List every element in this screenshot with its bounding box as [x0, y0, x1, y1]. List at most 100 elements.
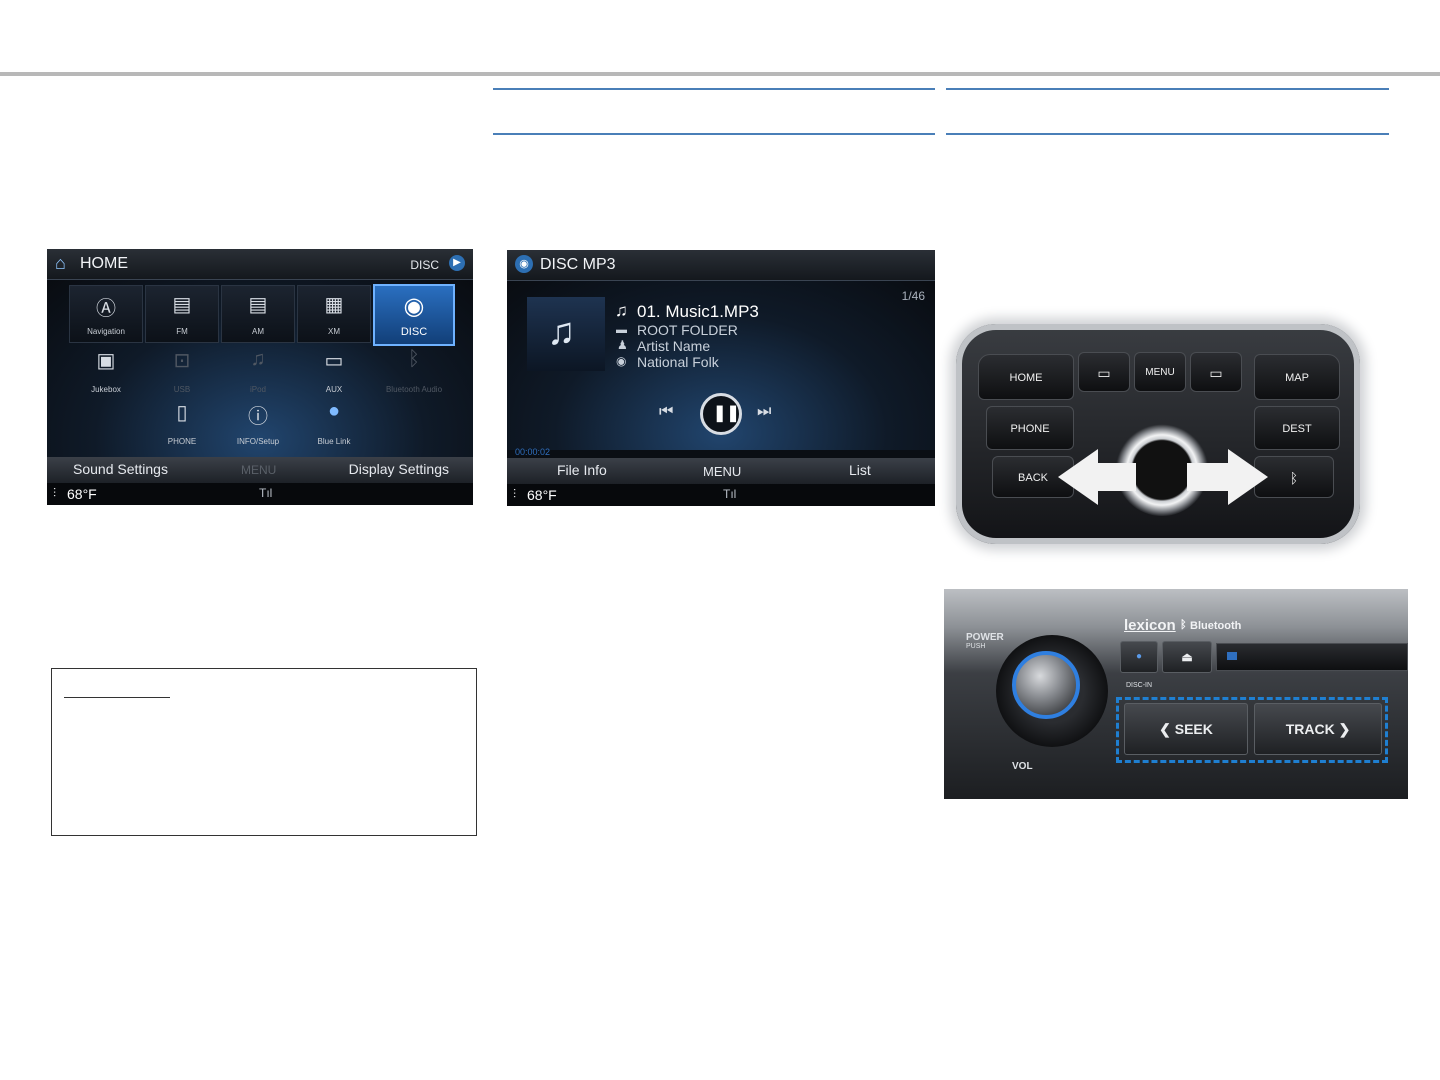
home-body: Ⓐ Navigation ▤ FM ▤ AM ▦ XM ◉ DISC ▣ Juk…	[47, 280, 473, 457]
menu-item-label: Blue Link	[317, 437, 351, 446]
disc-icon: ◉	[515, 255, 533, 273]
home-button[interactable]: HOME	[978, 354, 1074, 400]
jukebox-icon: ▣	[96, 350, 116, 372]
radio-icon: ▤	[172, 294, 192, 316]
blue-link-icon: ᛒ	[1289, 470, 1299, 486]
disc-header: ◉ DISC MP3	[507, 250, 935, 281]
home-status-bar: ⫶ 68°F Tıl	[47, 483, 473, 505]
artist-icon: ♟	[617, 338, 628, 352]
menu-item-jukebox[interactable]: ▣ Jukebox	[69, 346, 143, 398]
source-play-icon[interactable]: ▶	[449, 255, 465, 271]
temperature: 68°F	[67, 486, 97, 502]
menu-item-label: Navigation	[87, 327, 125, 336]
menu-item-label: INFO/Setup	[236, 437, 280, 446]
menu-item-fm[interactable]: ▤ FM	[145, 285, 219, 343]
menu-item-ipod[interactable]: ♫ iPod	[221, 346, 295, 398]
sound-settings-button[interactable]: Sound Settings	[73, 461, 168, 477]
disc-mp3-screen: ◉ DISC MP3 1/46 ♫ ♫ 01. Music1.MP3 ▬ ROO…	[507, 250, 935, 506]
seek-button[interactable]: ❮ SEEK	[1124, 703, 1248, 755]
screen-icon: ▭	[1209, 365, 1223, 381]
menu-item-label: XM	[328, 327, 340, 336]
track-count: 1/46	[901, 289, 925, 303]
phone-button[interactable]: PHONE	[986, 406, 1074, 450]
ipod-icon: ♫	[250, 348, 266, 370]
power-label: POWER	[966, 632, 1004, 643]
home-title: HOME	[80, 255, 128, 272]
elapsed-time: 00:00:02	[515, 447, 551, 457]
arrow-right-shaft	[1187, 463, 1229, 491]
file-info-button[interactable]: File Info	[557, 462, 607, 478]
menu-item-label: FM	[176, 327, 188, 336]
menu-item-bluetooth-audio[interactable]: ᛒ Bluetooth Audio	[377, 346, 451, 398]
disc-icon: ◉	[403, 293, 425, 320]
list-button[interactable]: List	[849, 462, 871, 478]
phone-icon: ▯	[176, 402, 188, 424]
eject-button[interactable]: ⏏	[1162, 641, 1212, 673]
menu-item-label: iPod	[249, 385, 266, 394]
genre-icon: ◉	[616, 354, 627, 368]
xm-radio-icon: ▦	[324, 294, 344, 316]
menu-button[interactable]: MENU	[703, 464, 741, 479]
menu-item-aux[interactable]: ▭ AUX	[297, 346, 371, 398]
home-header: ⌂ HOME DISC ▶	[47, 249, 473, 280]
album-art: ♫	[527, 297, 605, 371]
section-rule-top-middle	[493, 88, 935, 90]
small-button[interactable]: ●	[1120, 641, 1158, 673]
menu-item-label: PHONE	[167, 437, 197, 446]
menu-item-label: USB	[173, 385, 191, 394]
menu-item-navigation[interactable]: Ⓐ Navigation	[69, 285, 143, 343]
volume-knob[interactable]	[1012, 651, 1080, 719]
menu-item-label: AM	[252, 327, 264, 336]
next-track-icon[interactable]: ⏭	[757, 403, 771, 421]
map-button[interactable]: MAP	[1254, 354, 1340, 400]
seek-label: SEEK	[1174, 721, 1213, 737]
source-label[interactable]: DISC	[410, 258, 439, 272]
controller-panel: HOME ▭ MENU ▭ MAP PHONE DEST BACK ᛒ	[956, 318, 1366, 556]
thermometer-icon: ⫶	[513, 487, 517, 501]
folder-name: ROOT FOLDER	[637, 322, 738, 338]
left-soft-button[interactable]: ▭	[1078, 352, 1130, 392]
section-rule-bottom-right	[946, 133, 1389, 135]
temperature: 68°F	[527, 487, 557, 503]
chevron-left-icon: ❮	[1159, 721, 1171, 737]
dest-button[interactable]: DEST	[1254, 406, 1340, 450]
menu-button[interactable]: MENU	[241, 463, 276, 477]
track-note-icon: ♫	[615, 301, 628, 320]
right-soft-button[interactable]: ▭	[1190, 352, 1242, 392]
menu-item-disc[interactable]: ◉ DISC	[373, 284, 455, 346]
progress-bar[interactable]: 00:00:02	[507, 447, 935, 458]
menu-item-info-setup[interactable]: ⓘ INFO/Setup	[221, 398, 295, 450]
menu-button[interactable]: MENU	[1134, 352, 1186, 392]
menu-item-blue-link[interactable]: ● Blue Link	[297, 398, 371, 450]
disc-title: DISC MP3	[540, 256, 616, 273]
arrow-left-icon	[1058, 449, 1098, 505]
usb-icon: ⊡	[173, 350, 191, 372]
menu-item-xm[interactable]: ▦ XM	[297, 285, 371, 343]
dot-icon: ●	[1135, 651, 1143, 662]
menu-item-phone[interactable]: ▯ PHONE	[145, 398, 219, 450]
artist-name: Artist Name	[637, 338, 711, 354]
head-unit-panel: POWER PUSH VOL lexicon ᛒ Bluetooth ● ⏏ D…	[944, 589, 1408, 799]
top-rule	[0, 72, 1440, 76]
chevron-right-icon: ❯	[1338, 721, 1351, 737]
home-icon: ⌂	[55, 253, 66, 273]
screen-icon: ▭	[1097, 365, 1111, 381]
menu-item-label: AUX	[325, 385, 343, 394]
display-settings-button[interactable]: Display Settings	[349, 461, 449, 477]
track-button[interactable]: TRACK ❯	[1254, 703, 1382, 755]
section-rule-top-right	[946, 88, 1389, 90]
previous-track-icon[interactable]: ⏮	[659, 403, 673, 421]
slot-indicator-icon	[1227, 652, 1237, 660]
track-name: 01. Music1.MP3	[637, 302, 759, 321]
section-rule-bottom-middle	[493, 133, 935, 135]
arrow-left-shaft	[1096, 463, 1136, 491]
menu-item-usb[interactable]: ⊡ USB	[145, 346, 219, 398]
menu-item-label: DISC	[400, 326, 428, 338]
menu-item-am[interactable]: ▤ AM	[221, 285, 295, 343]
pause-button[interactable]: ❚❚	[700, 393, 742, 435]
aux-icon: ▭	[324, 350, 344, 372]
home-screen: ⌂ HOME DISC ▶ Ⓐ Navigation ▤ FM ▤ AM ▦ X…	[47, 249, 473, 505]
disc-slot[interactable]	[1216, 643, 1408, 671]
vol-label: VOL	[1012, 761, 1033, 772]
radio-icon: ▤	[248, 294, 268, 316]
